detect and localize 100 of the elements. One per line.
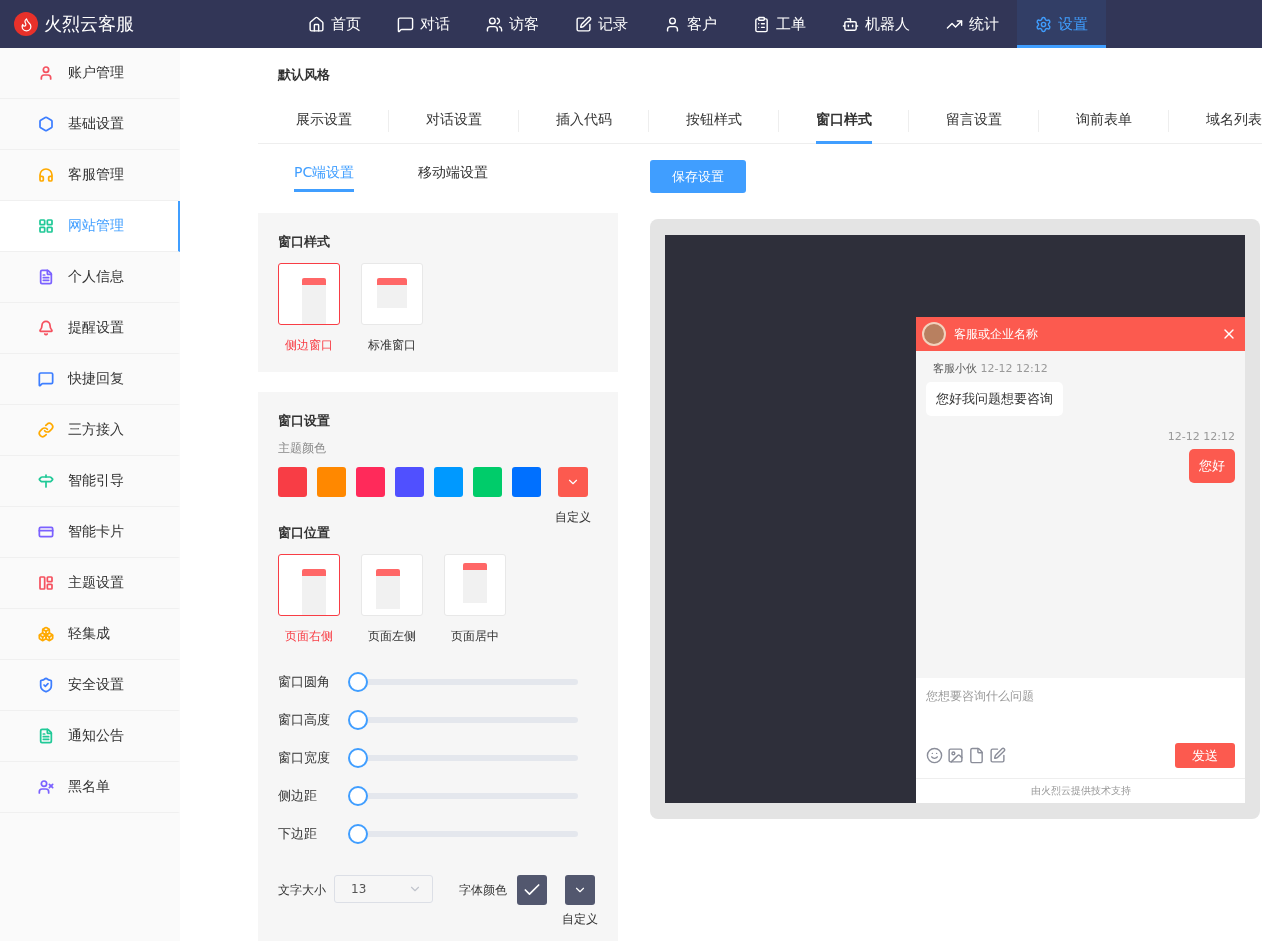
window-preview-drawing	[376, 569, 400, 609]
file-icon[interactable]	[968, 747, 985, 764]
input-placeholder: 您想要咨询什么问题	[926, 688, 1035, 705]
window-preview-drawing	[302, 278, 326, 324]
tab[interactable]: 插入代码	[555, 95, 612, 144]
nav-item[interactable]: 设置	[1017, 0, 1106, 48]
slider[interactable]	[348, 824, 578, 844]
nav-item[interactable]: 访客	[468, 0, 557, 48]
tab[interactable]: 域名列表	[1205, 95, 1262, 144]
slider[interactable]	[348, 710, 578, 730]
nav-item[interactable]: 对话	[379, 0, 468, 48]
nav-item[interactable]: 记录	[557, 0, 646, 48]
page-title: 默认风格	[276, 66, 331, 84]
subtab[interactable]: 移动端设置	[418, 160, 489, 192]
custom-color-button[interactable]	[565, 875, 595, 905]
font-size-select[interactable]: 13	[334, 875, 434, 903]
slider-handle[interactable]	[348, 824, 368, 844]
tab[interactable]: 按钮样式	[685, 95, 742, 144]
option-label: 侧边窗口	[285, 337, 333, 354]
chat-title: 客服或企业名称	[954, 325, 1039, 343]
emoji-icon[interactable]	[926, 747, 943, 764]
slider-label: 窗口高度	[278, 711, 331, 729]
window-style-option[interactable]	[278, 263, 340, 325]
custom-label: 自定义	[555, 509, 591, 526]
color-swatch[interactable]	[395, 467, 424, 497]
color-swatch[interactable]	[434, 467, 463, 497]
powered-by-text: 由火烈云提供技术支持	[916, 778, 1245, 803]
slider-handle[interactable]	[348, 786, 368, 806]
slider-label: 下边距	[278, 825, 318, 843]
option-label: 标准窗口	[368, 337, 416, 354]
clipboard-icon	[753, 15, 770, 33]
agent-message: 您好我问题想要咨询	[926, 382, 1063, 416]
nav-item[interactable]: 客户	[646, 0, 735, 48]
sidebar-item[interactable]: 主题设置	[0, 558, 180, 609]
section-title: 窗口样式	[278, 233, 331, 251]
image-icon[interactable]	[947, 747, 964, 764]
sidebar-item[interactable]: 智能卡片	[0, 507, 180, 558]
tab[interactable]: 对话设置	[425, 95, 482, 144]
slider-handle[interactable]	[348, 748, 368, 768]
section-title: 窗口设置	[278, 412, 331, 430]
slider[interactable]	[348, 672, 578, 692]
tab[interactable]: 询前表单	[1075, 95, 1132, 144]
nav-item[interactable]: 首页	[290, 0, 379, 48]
sidebar-item[interactable]: 个人信息	[0, 252, 180, 303]
sidebar-item[interactable]: 黑名单	[0, 762, 180, 813]
font-color-label: 字体颜色	[459, 882, 508, 899]
user-message: 您好	[1189, 449, 1235, 483]
sidebar-item[interactable]: 基础设置	[0, 99, 180, 150]
window-preview-drawing	[302, 569, 326, 615]
slider-label: 侧边距	[278, 787, 318, 805]
color-swatch[interactable]	[512, 467, 541, 497]
home-icon	[308, 15, 325, 33]
edit-icon	[575, 15, 592, 33]
custom-color-button[interactable]	[558, 467, 588, 497]
section-title: 窗口位置	[278, 524, 331, 542]
avatar	[922, 322, 946, 346]
nav-item[interactable]: 统计	[928, 0, 1017, 48]
users-icon	[486, 15, 503, 33]
font-color-swatch[interactable]	[517, 875, 547, 905]
color-swatch[interactable]	[356, 467, 385, 497]
nav-item[interactable]: 工单	[735, 0, 824, 48]
sidebar-item[interactable]: 三方接入	[0, 405, 180, 456]
sidebar-item[interactable]: 提醒设置	[0, 303, 180, 354]
tab[interactable]: 展示设置	[295, 95, 352, 144]
slider-handle[interactable]	[348, 672, 368, 692]
nav-item[interactable]: 机器人	[824, 0, 928, 48]
option-label: 页面左侧	[368, 628, 416, 645]
note-icon[interactable]	[989, 747, 1006, 764]
slider[interactable]	[348, 748, 578, 768]
option-label: 页面居中	[451, 628, 499, 645]
sidebar-item[interactable]: 安全设置	[0, 660, 180, 711]
sidebar-item[interactable]: 账户管理	[0, 48, 180, 99]
theme-color-label: 主题颜色	[278, 440, 327, 457]
custom-label: 自定义	[562, 911, 598, 928]
brand-name: 火烈云客服	[44, 12, 134, 36]
sidebar-item[interactable]: 快捷回复	[0, 354, 180, 405]
message-time: 12-12 12:12	[1167, 430, 1235, 443]
color-swatch[interactable]	[278, 467, 307, 497]
font-size-label: 文字大小	[278, 882, 326, 899]
robot-icon	[842, 15, 859, 33]
window-style-option[interactable]	[278, 554, 340, 616]
window-preview-drawing	[377, 278, 407, 308]
sidebar-item[interactable]: 轻集成	[0, 609, 180, 660]
tab[interactable]: 窗口样式	[815, 95, 872, 144]
message-meta: 客服小伙 12-12 12:12	[933, 361, 1048, 376]
chat-icon	[397, 15, 414, 33]
gear-icon	[1035, 15, 1052, 33]
window-preview-drawing	[463, 563, 487, 603]
slider-label: 窗口宽度	[278, 749, 331, 767]
color-swatch[interactable]	[473, 467, 502, 497]
flame-logo-icon	[14, 12, 38, 36]
sidebar-item[interactable]: 通知公告	[0, 711, 180, 762]
slider-label: 窗口圆角	[278, 673, 331, 691]
color-swatch[interactable]	[317, 467, 346, 497]
slider[interactable]	[348, 786, 578, 806]
slider-handle[interactable]	[348, 710, 368, 730]
sidebar-item[interactable]: 智能引导	[0, 456, 180, 507]
option-label: 页面右侧	[285, 628, 333, 645]
user-icon	[664, 15, 681, 33]
tab[interactable]: 留言设置	[945, 95, 1002, 144]
